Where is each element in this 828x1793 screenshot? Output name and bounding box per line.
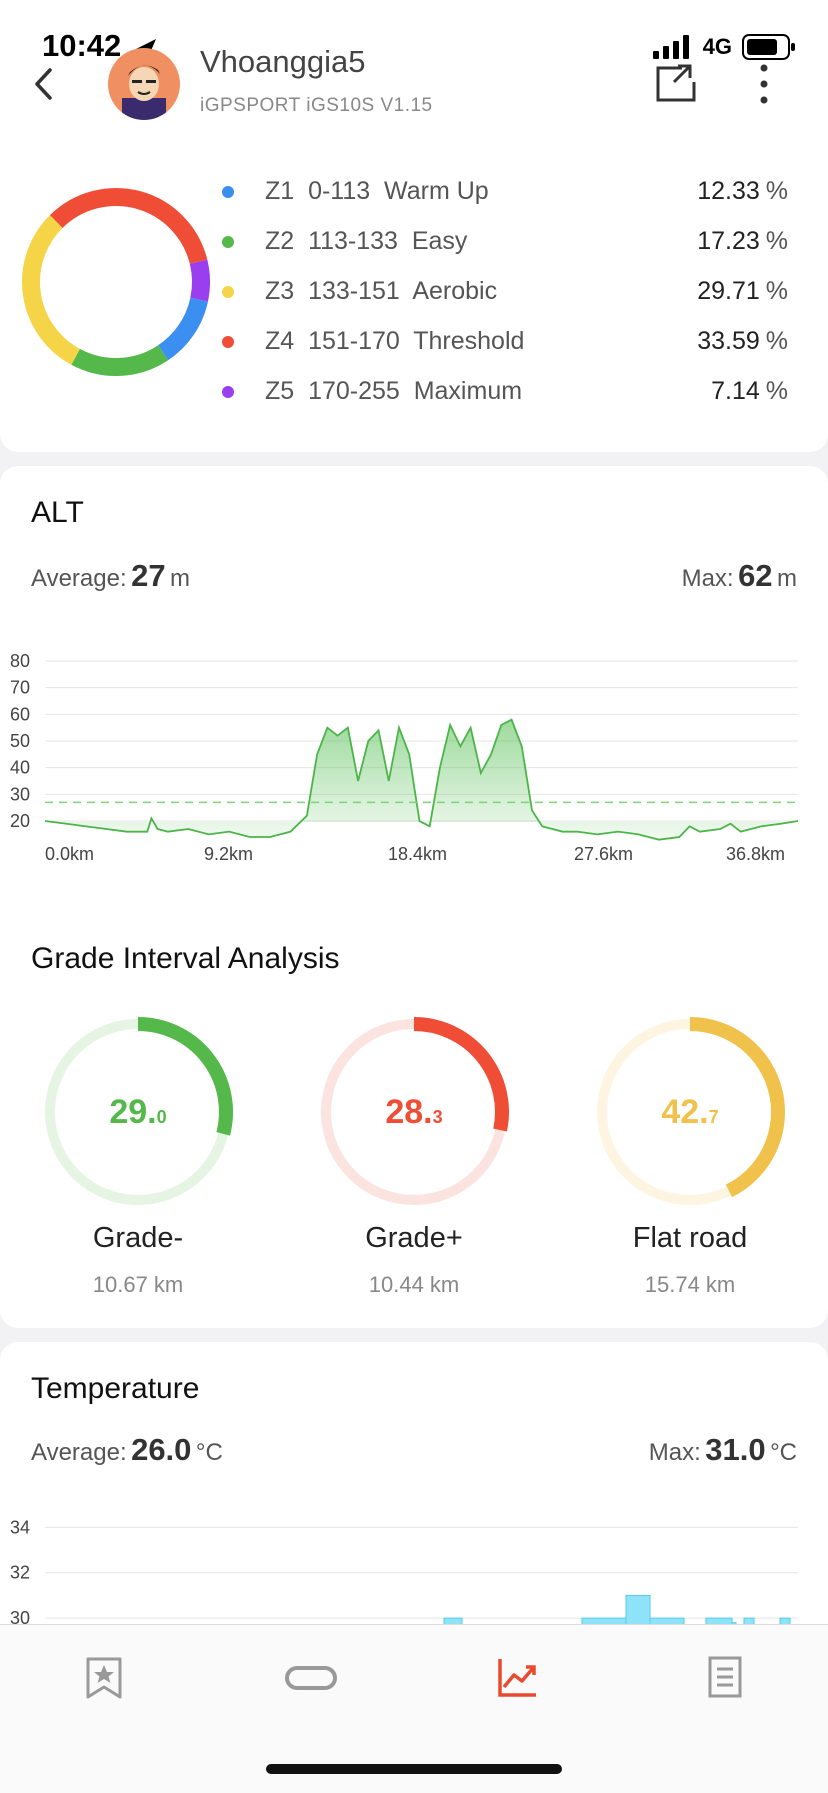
signal-icon	[652, 35, 689, 59]
zone-dot	[222, 236, 234, 248]
x-tick-label: 0.0km	[45, 844, 94, 864]
x-tick-label: 27.6km	[574, 844, 633, 864]
link-icon[interactable]	[284, 1663, 338, 1693]
home-indicator	[266, 1764, 562, 1774]
zone-label: Z5 170-255 Maximum	[265, 377, 523, 405]
y-tick-label: 80	[10, 651, 30, 671]
zone-row: Z1 0-113 Warm Up 12.33%	[0, 167, 828, 217]
grade-name: Flat road	[632, 1222, 748, 1254]
grade-distance: 15.74 km	[644, 1272, 736, 1297]
zone-row: Z2 113-133 Easy 17.23%	[0, 217, 828, 267]
zone-label: Z3 133-151 Aerobic	[265, 277, 498, 305]
alt-chart: 20 30 40 50 60 70 80 0.0km 9.2km 18.4km 27.6km 36.8…	[10, 651, 799, 864]
zone-label: Z1 0-113 Warm Up	[265, 177, 489, 205]
x-tick-label: 18.4km	[388, 844, 447, 864]
y-tick-label: 30	[10, 784, 30, 804]
trend-chart-icon[interactable]	[496, 1655, 540, 1699]
back-chevron-icon[interactable]	[32, 66, 54, 102]
zone-label: Z2 113-133 Easy	[265, 227, 468, 255]
header-card: 10:42 4G Vhoanggia5 iGPSPORT iGS10S V1.1…	[0, 0, 828, 452]
alt-line	[44, 718, 799, 841]
bookmark-star-icon[interactable]	[84, 1655, 124, 1701]
y-tick-label: 34	[10, 1517, 30, 1537]
zone-dot	[222, 286, 234, 298]
y-tick-label: 32	[10, 1563, 30, 1583]
zone-percent: 7.14%	[711, 377, 788, 405]
y-tick-label: 70	[10, 678, 30, 698]
temperature-title: Temperature	[31, 1372, 200, 1405]
zone-percent: 33.59%	[697, 327, 788, 355]
alt-title: ALT	[31, 496, 84, 529]
alt-average: Average: 27 m	[31, 558, 191, 593]
more-options-icon[interactable]	[756, 62, 772, 106]
grade-ring: 29. 0	[38, 1012, 238, 1212]
device-name: iGPSPORT iGS10S V1.15	[200, 95, 433, 116]
share-icon[interactable]	[654, 60, 698, 104]
temperature-average: Average: 26.0 °C	[31, 1432, 223, 1467]
x-tick-label: 9.2km	[204, 844, 253, 864]
x-tick-label: 36.8km	[726, 844, 785, 864]
grade-distance: 10.44 km	[368, 1272, 460, 1297]
network-label: 4G	[702, 34, 732, 59]
zone-dot	[222, 386, 234, 398]
status-right: 4G	[652, 34, 796, 60]
grade-distance: 10.67 km	[92, 1272, 184, 1297]
grade-title: Grade Interval Analysis	[31, 942, 340, 975]
avatar[interactable]	[108, 48, 180, 120]
zone-percent: 12.33%	[697, 177, 788, 205]
zone-dot	[222, 186, 234, 198]
battery-icon	[742, 34, 795, 60]
temperature-card: Temperature Average: 26.0 °C Max: 31.0 °…	[0, 1342, 828, 1642]
zone-row: Z4 151-170 Threshold 33.59%	[0, 317, 828, 367]
report-icon[interactable]	[706, 1655, 744, 1699]
alt-grade-card: ALT Average: 27 m Max: 62 m 20 30 40 50 60 70…	[0, 466, 828, 1328]
y-tick-label: 20	[10, 811, 30, 831]
alt-max: Max: 62 m	[681, 558, 797, 593]
y-tick-label: 40	[10, 758, 30, 778]
status-time: 10:42	[42, 28, 122, 63]
grade-ring: 28. 3	[314, 1012, 514, 1212]
zone-dot	[222, 336, 234, 348]
grade-name: Grade+	[365, 1222, 463, 1254]
y-tick-label: 60	[10, 704, 30, 724]
temperature-max: Max: 31.0 °C	[648, 1432, 797, 1467]
temperature-chart: 303234	[10, 1517, 798, 1642]
y-tick-label: 50	[10, 731, 30, 751]
grade-name: Grade-	[92, 1222, 184, 1254]
grade-ring-value: 29. 0	[109, 1092, 167, 1131]
zone-label: Z4 151-170 Threshold	[265, 327, 525, 355]
zone-percent: 17.23%	[697, 227, 788, 255]
zone-row: Z3 133-151 Aerobic 29.71%	[0, 267, 828, 317]
grade-ring-value: 42. 7	[661, 1092, 719, 1131]
zone-percent: 29.71%	[697, 277, 788, 305]
grade-ring: 42. 7	[590, 1012, 790, 1212]
grade-ring-value: 28. 3	[385, 1092, 443, 1131]
zone-row: Z5 170-255 Maximum 7.14%	[0, 367, 828, 417]
username: Vhoanggia5	[200, 44, 366, 79]
